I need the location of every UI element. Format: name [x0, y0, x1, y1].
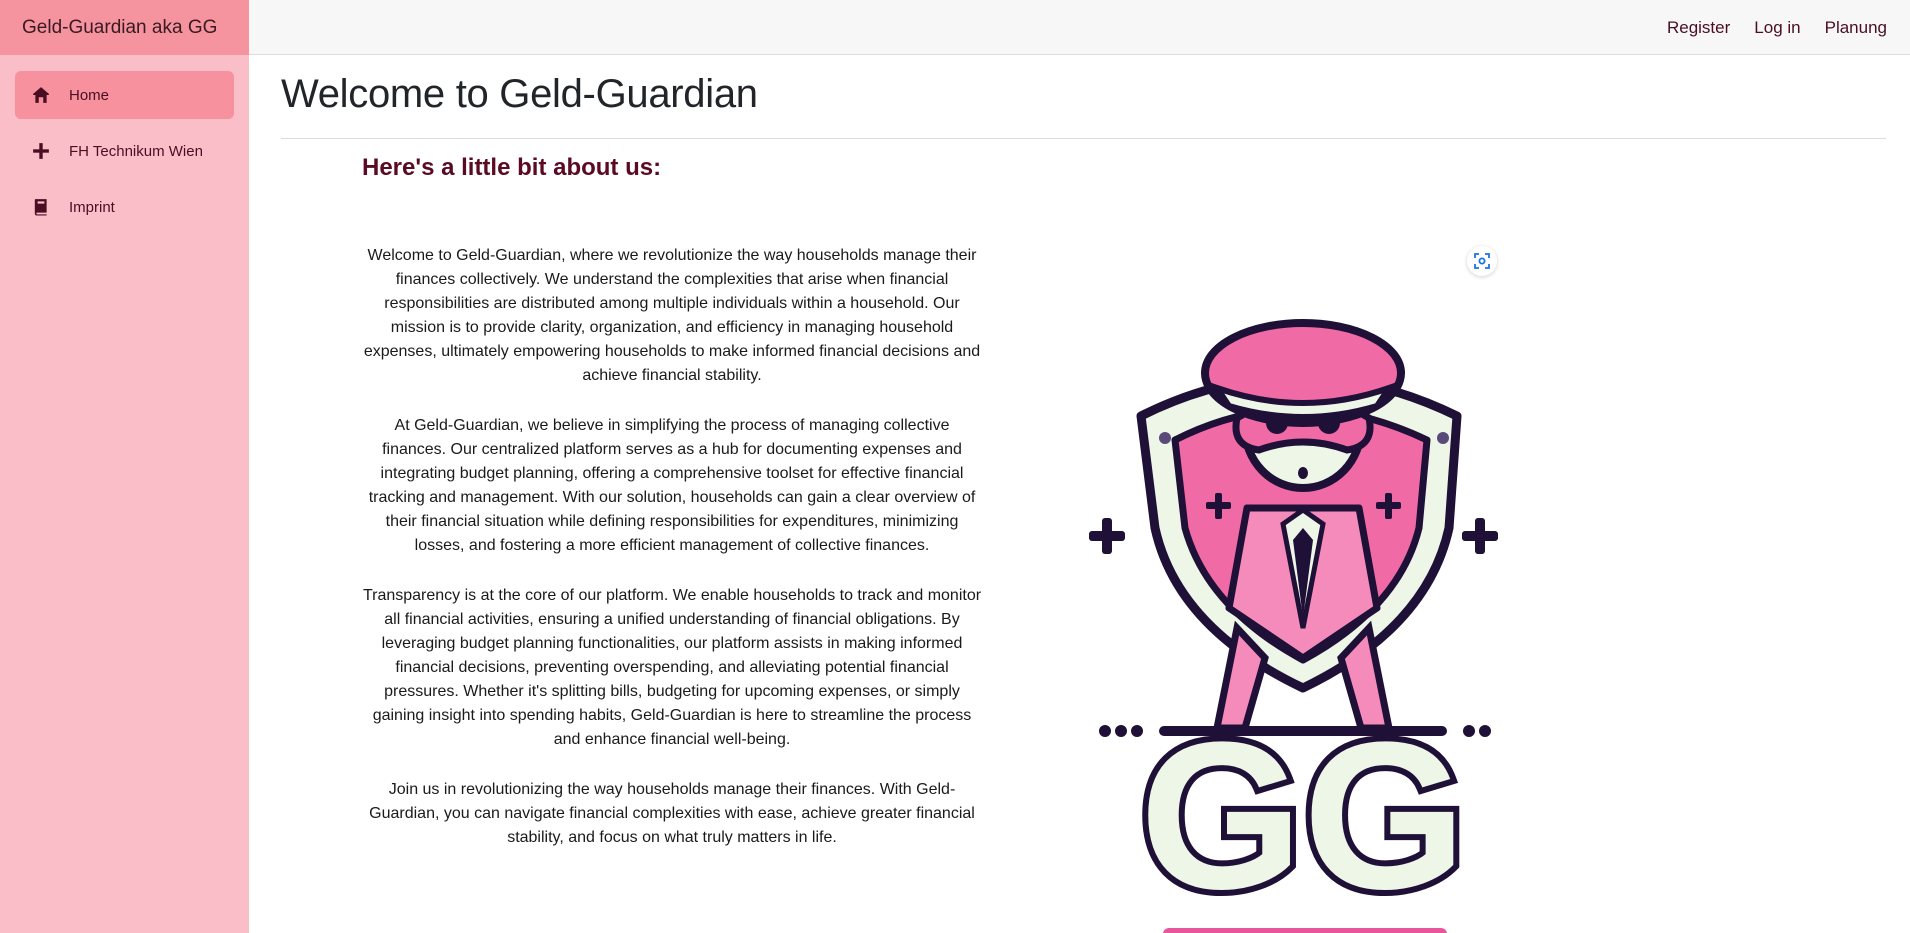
sidebar: Geld-Guardian aka GG Home FH Technikum W…: [0, 0, 249, 933]
plus-icon: [31, 141, 51, 161]
planung-link[interactable]: Planung: [1825, 18, 1887, 38]
about-paragraph: Welcome to Geld-Guardian, where we revol…: [363, 247, 981, 384]
sidebar-nav: Home FH Technikum Wien Imprint: [0, 55, 249, 231]
register-link[interactable]: Register: [1667, 18, 1730, 38]
gg-logo-image: GG: [1077, 228, 1529, 933]
image-zoom-button[interactable]: [1467, 246, 1497, 276]
sidebar-item-label: Home: [69, 86, 110, 104]
home-icon: [31, 85, 51, 105]
logo-gg-text: GG: [1140, 698, 1467, 933]
focus-scan-icon: [1474, 253, 1490, 269]
title-divider: [281, 138, 1886, 139]
about-paragraph: Transparency is at the core of our platf…: [362, 587, 982, 748]
main-content: Welcome to Geld-Guardian Here's a little…: [249, 56, 1910, 933]
brand-title[interactable]: Geld-Guardian aka GG: [0, 0, 249, 55]
about-paragraph: Join us in revolutionizing the way house…: [369, 781, 975, 846]
about-text: Welcome to Geld-Guardian, where we revol…: [361, 244, 983, 876]
about-heading: Here's a little bit about us:: [362, 154, 662, 181]
top-nav-links: Register Log in Planung: [1667, 0, 1887, 55]
page-title: Welcome to Geld-Guardian: [281, 72, 758, 116]
sidebar-item-label: Imprint: [69, 198, 115, 216]
sidebar-item-home[interactable]: Home: [15, 71, 234, 119]
sidebar-item-label: FH Technikum Wien: [69, 142, 203, 160]
login-link[interactable]: Log in: [1754, 18, 1800, 38]
sidebar-item-imprint[interactable]: Imprint: [15, 183, 234, 231]
sidebar-item-fh-technikum[interactable]: FH Technikum Wien: [15, 127, 234, 175]
book-icon: [31, 197, 51, 217]
about-paragraph: At Geld-Guardian, we believe in simplify…: [368, 417, 976, 554]
top-navbar: Register Log in Planung: [249, 0, 1910, 55]
gg-mascot-logo: GG: [1089, 319, 1498, 933]
